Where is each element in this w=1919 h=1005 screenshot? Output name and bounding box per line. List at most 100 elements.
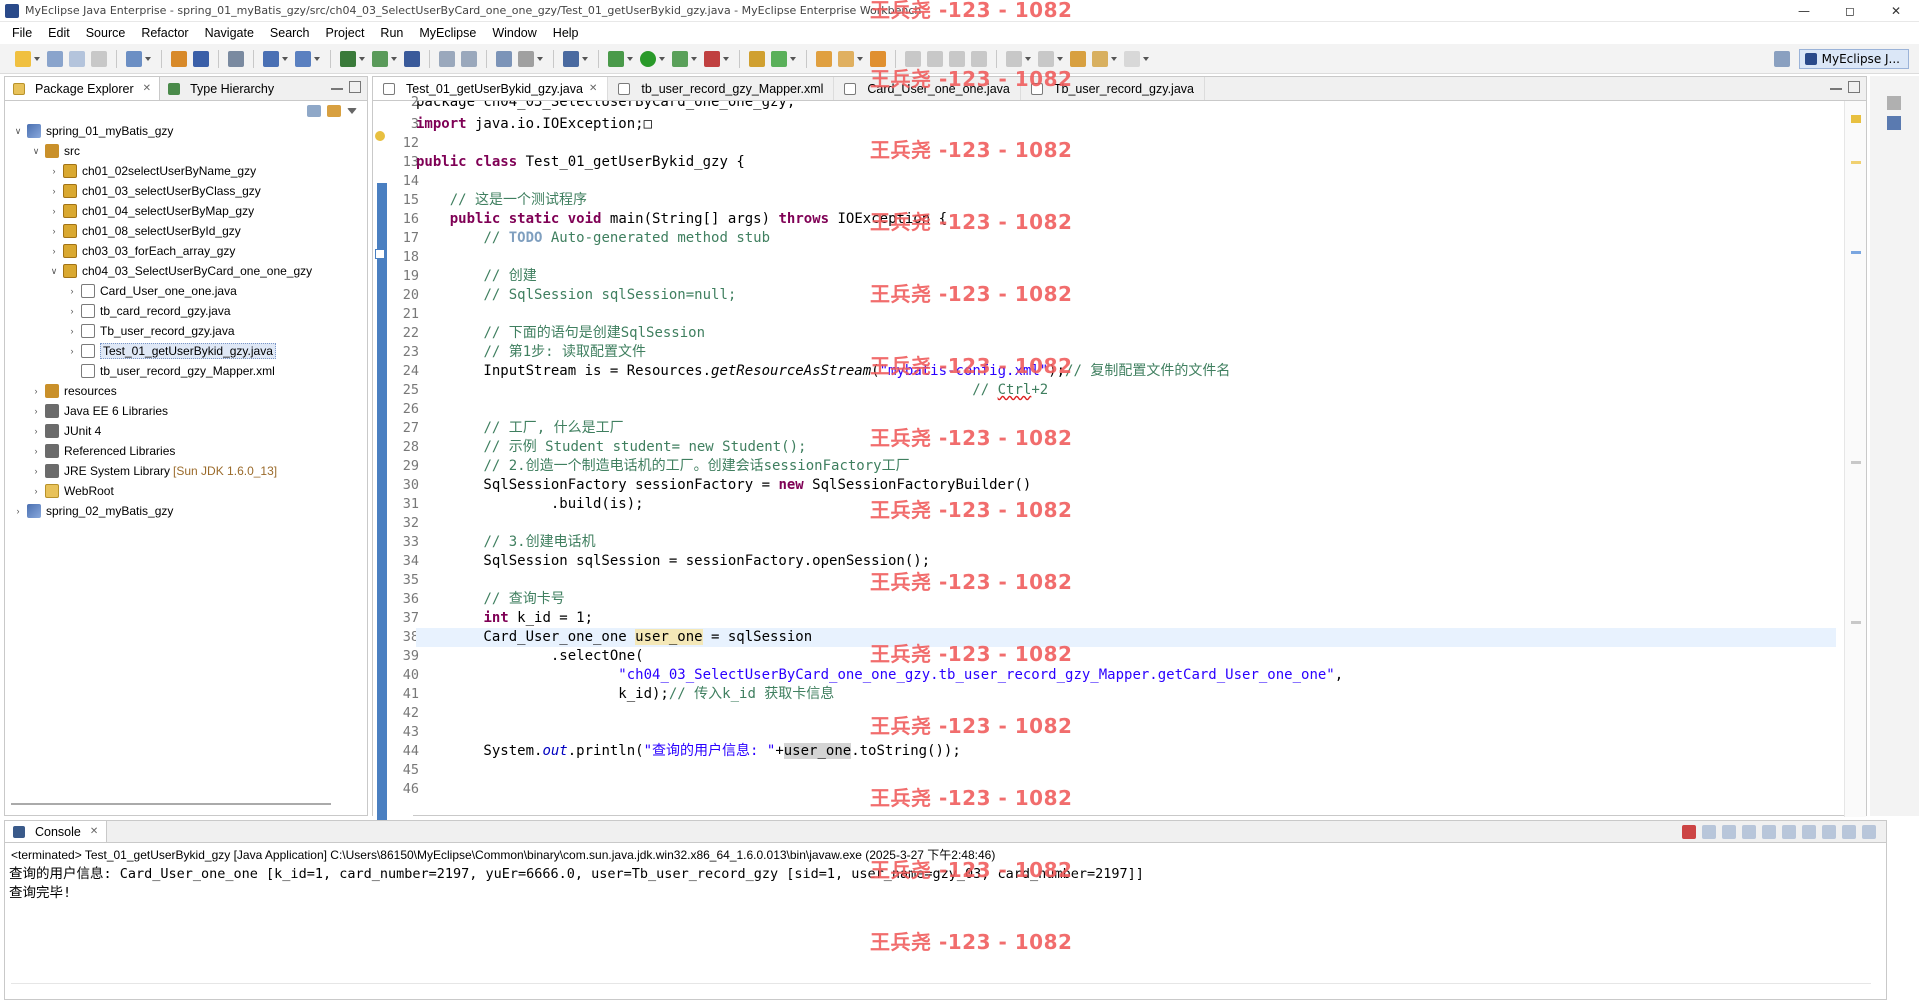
- tree-item[interactable]: › Java EE 6 Libraries: [31, 401, 168, 421]
- window-icon[interactable]: [563, 50, 579, 67]
- new-wizard-icon[interactable]: [126, 50, 142, 67]
- open-resource-icon[interactable]: [193, 50, 209, 67]
- clear-console-icon[interactable]: [1742, 825, 1756, 839]
- globe-icon[interactable]: [404, 50, 420, 67]
- menu-project[interactable]: Project: [318, 26, 373, 40]
- close-tab-icon[interactable]: ✕: [90, 826, 98, 837]
- chevron-right-icon[interactable]: ›: [31, 406, 41, 416]
- link-with-editor-icon[interactable]: [327, 105, 341, 117]
- chevron-right-icon[interactable]: ›: [49, 166, 59, 176]
- run-icon[interactable]: [640, 50, 656, 67]
- tree-item[interactable]: › ch01_02selectUserByName_gzy: [49, 161, 256, 181]
- server-icon[interactable]: [263, 50, 279, 67]
- display-console-icon[interactable]: [1842, 825, 1856, 839]
- minimize-view-icon[interactable]: [331, 87, 343, 90]
- chevron-right-icon[interactable]: ›: [49, 246, 59, 256]
- close-tab-icon[interactable]: ✕: [143, 83, 151, 94]
- chevron-right-icon[interactable]: ›: [49, 206, 59, 216]
- open-folder-icon[interactable]: [816, 50, 832, 67]
- open-console-icon[interactable]: [1862, 825, 1876, 839]
- tree-item[interactable]: › ch01_08_selectUserById_gzy: [49, 221, 241, 241]
- overview-marker[interactable]: [1851, 461, 1861, 464]
- tab-mapper-xml[interactable]: tb_user_record_gzy_Mapper.xml: [608, 77, 835, 100]
- open-perspective-icon[interactable]: [1773, 51, 1790, 67]
- deploy-icon[interactable]: [228, 50, 244, 67]
- tree-item[interactable]: › Tb_user_record_gzy.java: [67, 321, 235, 341]
- chevron-right-icon[interactable]: ›: [67, 306, 77, 316]
- chevron-right-icon[interactable]: ›: [13, 506, 23, 516]
- menu-source[interactable]: Source: [78, 26, 134, 40]
- console-horizontal-scrollbar[interactable]: [11, 983, 1871, 997]
- tab-package-explorer[interactable]: Package Explorer ✕: [5, 77, 161, 100]
- save-all-icon[interactable]: [69, 50, 85, 67]
- new-java-project-icon[interactable]: [749, 50, 765, 67]
- tree-item[interactable]: › Referenced Libraries: [31, 441, 175, 461]
- tree-item[interactable]: ∨ spring_01_myBatis_gzy: [13, 121, 173, 141]
- external-tools-icon[interactable]: [340, 50, 356, 67]
- editor-vertical-scrollbar[interactable]: [1844, 101, 1866, 817]
- debug-icon[interactable]: [608, 50, 624, 67]
- overview-occurrence-marker[interactable]: [1851, 161, 1861, 164]
- search-icon[interactable]: [838, 50, 854, 67]
- forward-arrow-icon[interactable]: [1124, 50, 1140, 67]
- tree-item[interactable]: › spring_02_myBatis_gzy: [13, 501, 173, 521]
- chevron-right-icon[interactable]: ›: [67, 286, 77, 296]
- menu-myeclipse[interactable]: MyEclipse: [411, 26, 484, 40]
- chevron-right-icon[interactable]: ›: [31, 446, 41, 456]
- image-icon[interactable]: [496, 50, 512, 67]
- close-tab-icon[interactable]: ✕: [589, 83, 597, 94]
- tree-item[interactable]: › ch03_03_forEach_array_gzy: [49, 241, 235, 261]
- menu-help[interactable]: Help: [545, 26, 587, 40]
- tree-item[interactable]: › JUnit 4: [31, 421, 101, 441]
- tab-console[interactable]: Console ✕: [5, 821, 108, 842]
- minimize-editor-icon[interactable]: [1830, 87, 1842, 90]
- minimize-button[interactable]: —: [1781, 0, 1827, 22]
- external-run-icon[interactable]: [704, 50, 720, 67]
- print-icon[interactable]: [91, 50, 107, 67]
- restore-task-list-icon[interactable]: [1887, 116, 1901, 130]
- forward-history-icon[interactable]: [461, 50, 477, 67]
- menu-window[interactable]: Window: [484, 26, 544, 40]
- tab-type-hierarchy[interactable]: Type Hierarchy: [160, 77, 282, 100]
- menu-file[interactable]: File: [4, 26, 40, 40]
- back-history-icon[interactable]: [439, 50, 455, 67]
- show-stdout-icon[interactable]: [1782, 825, 1796, 839]
- new-class-icon[interactable]: [771, 50, 787, 67]
- tree-item[interactable]: › tb_card_record_gzy.java: [67, 301, 231, 321]
- maximize-button[interactable]: ◻: [1827, 0, 1873, 22]
- tree-item[interactable]: › ch01_04_selectUserByMap_gzy: [49, 201, 254, 221]
- chevron-right-icon[interactable]: ›: [31, 386, 41, 396]
- warning-marker-icon[interactable]: [375, 131, 385, 141]
- chevron-right-icon[interactable]: ›: [49, 226, 59, 236]
- close-button[interactable]: ✕: [1873, 0, 1919, 22]
- menu-run[interactable]: Run: [372, 26, 411, 40]
- menu-edit[interactable]: Edit: [40, 26, 78, 40]
- menu-refactor[interactable]: Refactor: [133, 26, 196, 40]
- chevron-right-icon[interactable]: ›: [67, 346, 77, 356]
- terminate-icon[interactable]: [1682, 825, 1696, 839]
- browser-icon[interactable]: [295, 50, 311, 67]
- open-type-icon[interactable]: [171, 50, 187, 67]
- tree-item[interactable]: ∨ src: [31, 141, 80, 161]
- chevron-right-icon[interactable]: ›: [31, 486, 41, 496]
- tree-item[interactable]: tb_user_record_gzy_Mapper.xml: [67, 361, 275, 381]
- horizontal-scrollbar[interactable]: [11, 803, 331, 805]
- view-menu-chevron-icon[interactable]: [347, 108, 357, 114]
- tree-item[interactable]: › resources: [31, 381, 117, 401]
- remove-all-terminated-icon[interactable]: [1722, 825, 1736, 839]
- chevron-right-icon[interactable]: ›: [31, 426, 41, 436]
- new-icon[interactable]: [15, 50, 31, 67]
- task-marker-icon[interactable]: [375, 249, 385, 259]
- chevron-down-icon[interactable]: ∨: [49, 266, 59, 277]
- save-icon[interactable]: [47, 50, 63, 67]
- menu-navigate[interactable]: Navigate: [197, 26, 262, 40]
- chevron-down-icon[interactable]: ∨: [31, 146, 41, 157]
- collapse-all-icon[interactable]: [307, 105, 321, 117]
- tree-item[interactable]: › Card_User_one_one.java: [67, 281, 237, 301]
- scroll-lock-icon[interactable]: [1762, 825, 1776, 839]
- maximize-editor-icon[interactable]: [1848, 81, 1860, 93]
- tree-item[interactable]: ∨ ch04_03_SelectUserByCard_one_one_gzy: [49, 261, 312, 281]
- pin-console-icon[interactable]: [1822, 825, 1836, 839]
- run-coverage-icon[interactable]: [672, 50, 688, 67]
- maximize-view-icon[interactable]: [349, 81, 361, 93]
